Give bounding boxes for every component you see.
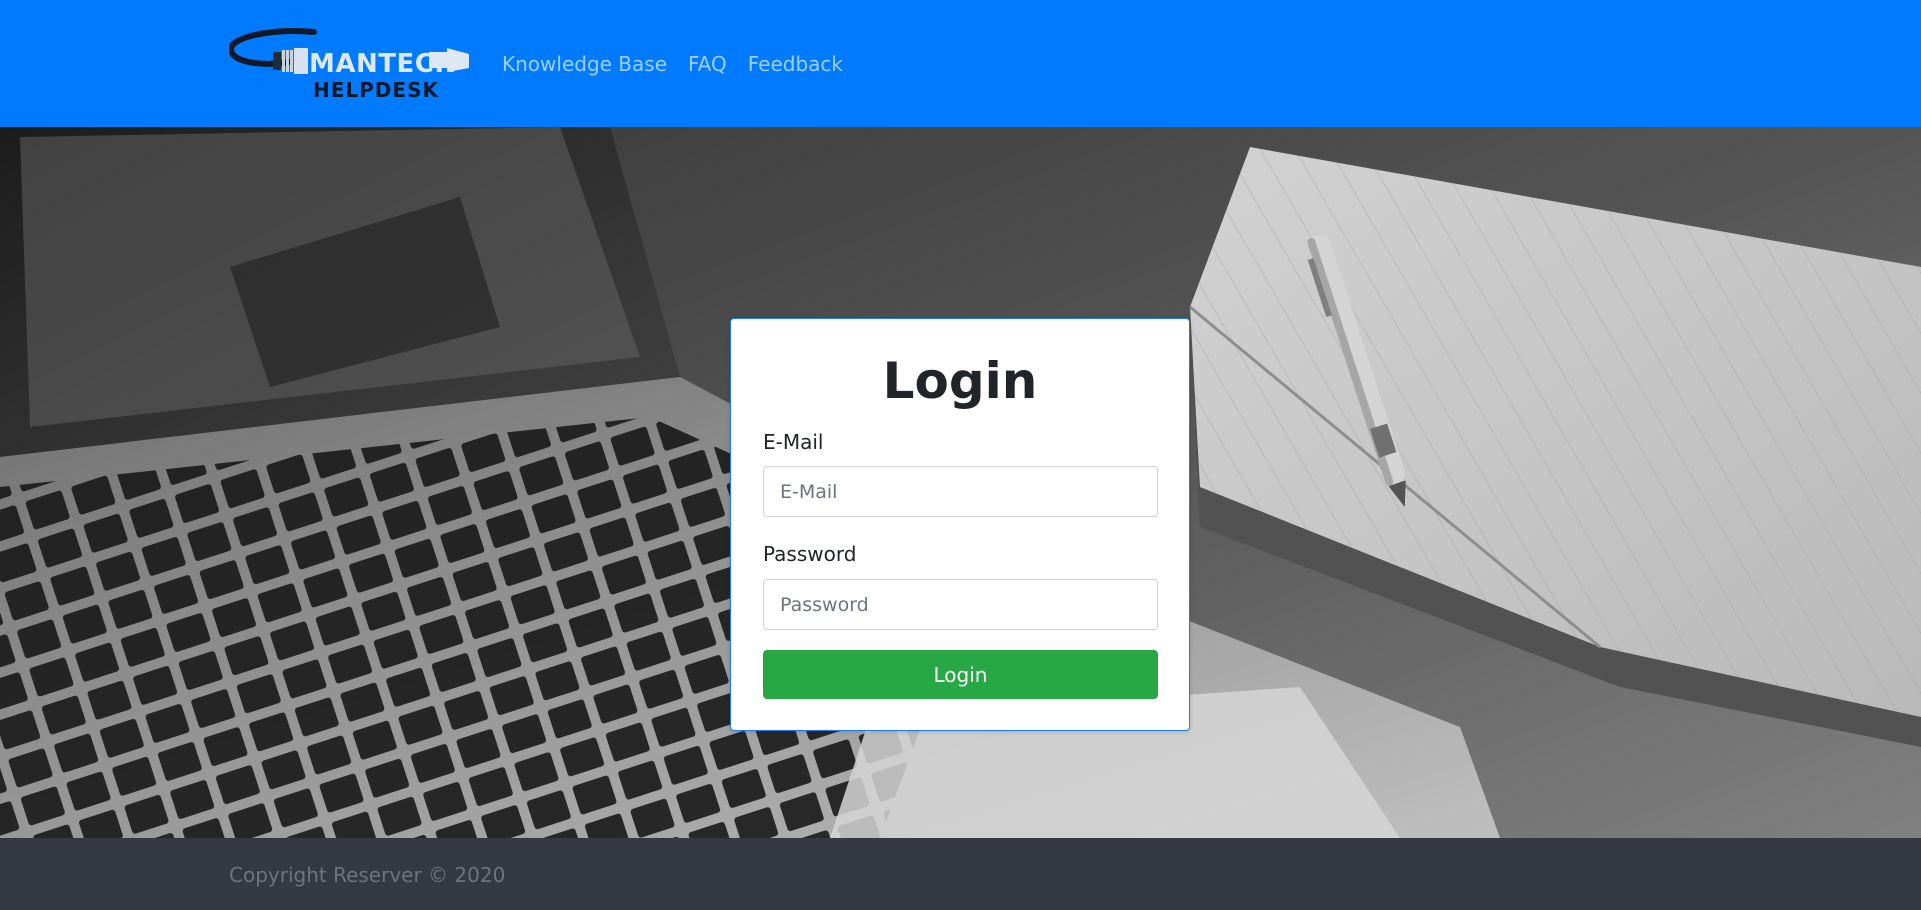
nav-knowledge-base[interactable]: Knowledge Base bbox=[502, 50, 667, 78]
cable-plug-logo-icon: MANTECH HELPDESK bbox=[229, 28, 469, 102]
nav-feedback[interactable]: Feedback bbox=[748, 50, 843, 78]
main-nav: Knowledge Base FAQ Feedback bbox=[502, 50, 843, 78]
login-title: Login bbox=[882, 352, 1038, 410]
navbar: MANTECH HELPDESK Knowledge Base FAQ Feed… bbox=[0, 0, 1921, 127]
hero-section: Login E-Mail Password Login bbox=[0, 127, 1921, 838]
password-input[interactable] bbox=[763, 579, 1158, 630]
email-input[interactable] bbox=[763, 466, 1158, 517]
brand-logo[interactable]: MANTECH HELPDESK bbox=[229, 28, 474, 102]
login-button[interactable]: Login bbox=[763, 650, 1158, 699]
nav-faq[interactable]: FAQ bbox=[688, 50, 727, 78]
copyright-text: Copyright Reserver © 2020 bbox=[229, 863, 506, 887]
svg-text:HELPDESK: HELPDESK bbox=[313, 78, 439, 102]
login-card: Login E-Mail Password Login bbox=[730, 318, 1190, 731]
email-label: E-Mail bbox=[763, 430, 824, 454]
password-label: Password bbox=[763, 542, 857, 566]
footer: Copyright Reserver © 2020 bbox=[0, 838, 1921, 910]
